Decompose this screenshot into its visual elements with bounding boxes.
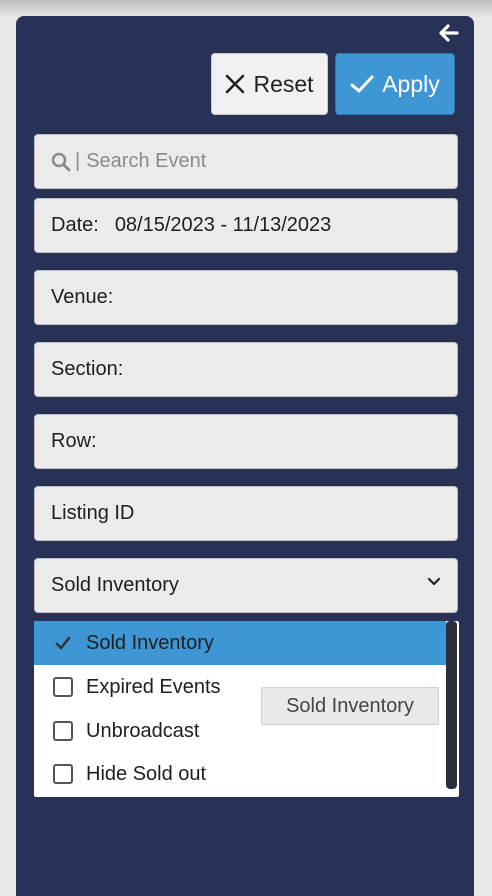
- venue-label: Venue:: [51, 286, 114, 308]
- reset-button[interactable]: Reset: [211, 53, 328, 115]
- listing-id-label: Listing ID: [51, 502, 135, 524]
- apply-label: Apply: [382, 70, 440, 97]
- search-separator: |: [75, 150, 81, 172]
- dropdown-scrollbar[interactable]: [446, 621, 457, 789]
- option-label: Sold Inventory: [86, 631, 214, 654]
- checkbox[interactable]: [53, 764, 73, 784]
- search-event-field[interactable]: |: [34, 134, 458, 189]
- row-label: Row:: [51, 430, 97, 452]
- apply-button[interactable]: Apply: [335, 53, 455, 115]
- option-sold-inventory[interactable]: Sold Inventory: [34, 621, 446, 665]
- section-label: Section:: [51, 358, 124, 380]
- inventory-select[interactable]: Sold Inventory: [34, 558, 458, 613]
- check-icon: [350, 74, 374, 94]
- filter-panel: Reset Apply | Date: 08/15/2023 - 11/13/2…: [16, 16, 474, 896]
- chevron-down-icon: [427, 577, 441, 587]
- checkbox[interactable]: [53, 721, 73, 741]
- venue-field[interactable]: Venue:: [34, 270, 458, 325]
- collapse-panel-button[interactable]: [438, 22, 460, 44]
- date-label: Date:: [51, 214, 99, 236]
- option-label: Expired Events: [86, 675, 221, 698]
- date-range-field[interactable]: Date: 08/15/2023 - 11/13/2023: [34, 198, 458, 253]
- option-hide-sold-out[interactable]: Hide Sold out: [34, 752, 446, 796]
- option-label: Hide Sold out: [86, 762, 207, 785]
- check-icon: [53, 636, 73, 650]
- option-label: Unbroadcast: [86, 719, 200, 742]
- close-icon: [225, 74, 245, 94]
- row-field[interactable]: Row:: [34, 414, 458, 469]
- inventory-select-value: Sold Inventory: [51, 574, 179, 596]
- listing-id-field[interactable]: Listing ID: [34, 486, 458, 541]
- checkbox[interactable]: [53, 677, 73, 697]
- arrow-left-icon: [439, 24, 459, 42]
- section-field[interactable]: Section:: [34, 342, 458, 397]
- search-icon: [51, 152, 71, 172]
- search-input[interactable]: [86, 150, 417, 173]
- date-range-value: 08/15/2023 - 11/13/2023: [114, 214, 332, 236]
- reset-label: Reset: [253, 70, 314, 97]
- tooltip: Sold Inventory: [261, 687, 439, 725]
